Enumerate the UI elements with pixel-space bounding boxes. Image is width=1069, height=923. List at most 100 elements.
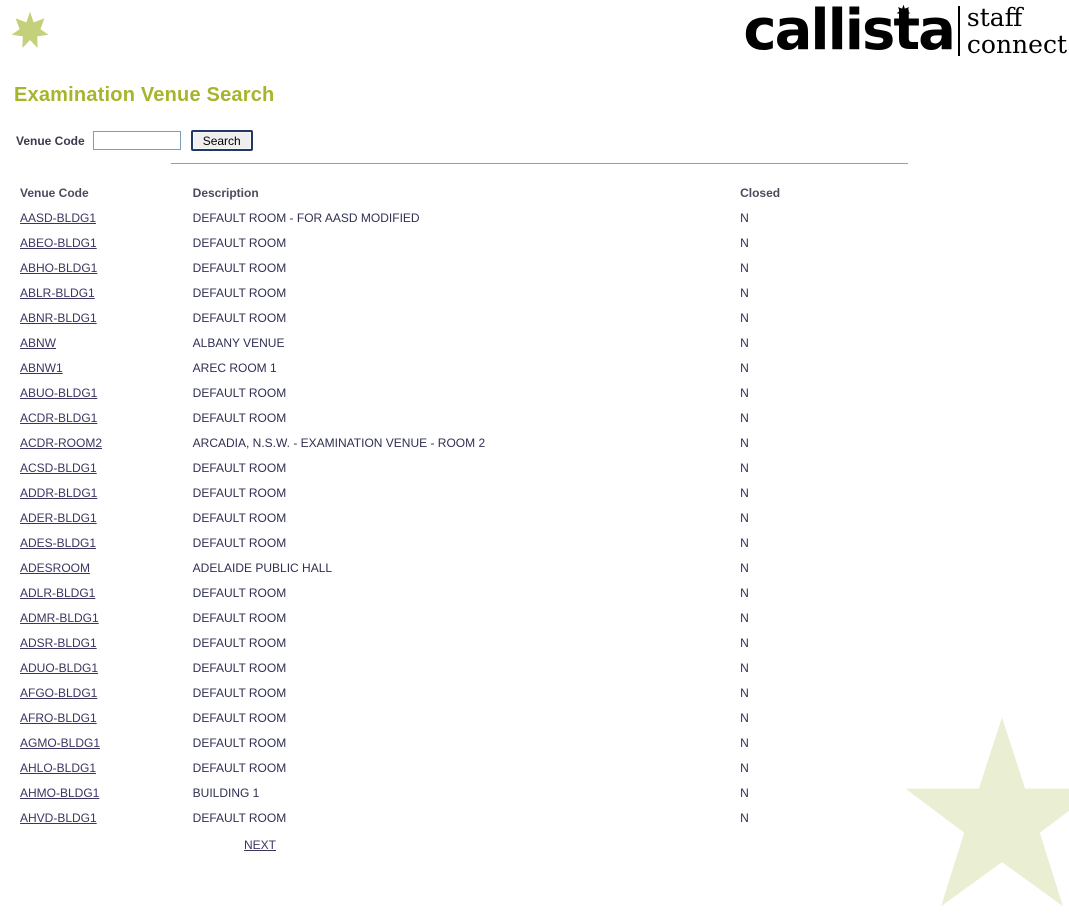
table-row: ABNW1 AREC ROOM 1 N: [0, 356, 940, 381]
cell-closed: N: [740, 536, 749, 550]
table-row: ABUO-BLDG1 DEFAULT ROOM N: [0, 381, 940, 406]
cell-description: DEFAULT ROOM: [192, 386, 287, 400]
table-row: ABNR-BLDG1 DEFAULT ROOM N: [0, 306, 940, 331]
cell-description: DEFAULT ROOM: [192, 286, 287, 300]
cell-description: DEFAULT ROOM: [192, 586, 287, 600]
search-form: Venue Code Search: [16, 130, 253, 151]
venue-code-link[interactable]: ACSD-BLDG1: [20, 461, 97, 475]
venue-code-link[interactable]: ADLR-BLDG1: [20, 586, 95, 600]
venue-code-link[interactable]: ABNW: [20, 336, 56, 350]
cell-closed: N: [740, 461, 749, 475]
venue-code-link[interactable]: AHMO-BLDG1: [20, 786, 99, 800]
logo-wordmark: callista: [743, 0, 955, 63]
cell-venue-code: ACSD-BLDG1: [0, 456, 189, 481]
venue-results-table: Venue Code Description Closed AASD-BLDG1…: [0, 181, 940, 831]
table-row: AHVD-BLDG1 DEFAULT ROOM N: [0, 806, 940, 831]
cell-closed: N: [740, 286, 749, 300]
table-row: AFRO-BLDG1 DEFAULT ROOM N: [0, 706, 940, 731]
cell-description: DEFAULT ROOM - FOR AASD MODIFIED: [192, 211, 420, 225]
cell-description: DEFAULT ROOM: [192, 461, 287, 475]
column-header-venue-code: Venue Code: [20, 186, 89, 200]
table-row: ADES-BLDG1 DEFAULT ROOM N: [0, 531, 940, 556]
cell-closed: N: [740, 811, 749, 825]
venue-code-link[interactable]: AFRO-BLDG1: [20, 711, 97, 725]
cell-venue-code: ADES-BLDG1: [0, 531, 189, 556]
cell-closed: N: [740, 261, 749, 275]
six-point-star-icon: [11, 11, 49, 49]
cell-closed: N: [740, 711, 749, 725]
venue-code-link[interactable]: AASD-BLDG1: [20, 211, 96, 225]
venue-code-link[interactable]: ADMR-BLDG1: [20, 611, 99, 625]
cell-description: DEFAULT ROOM: [192, 536, 287, 550]
cell-closed: N: [740, 786, 749, 800]
venue-code-link[interactable]: ABUO-BLDG1: [20, 386, 97, 400]
cell-description: AREC ROOM 1: [192, 361, 277, 375]
cell-description: DEFAULT ROOM: [192, 261, 287, 275]
cell-closed: N: [740, 336, 749, 350]
venue-code-link[interactable]: ABNR-BLDG1: [20, 311, 97, 325]
cell-closed: N: [740, 386, 749, 400]
cell-venue-code: ABLR-BLDG1: [0, 281, 189, 306]
next-page-link[interactable]: NEXT: [244, 838, 276, 852]
venue-code-link[interactable]: ADDR-BLDG1: [20, 486, 97, 500]
venue-results-body: AASD-BLDG1 DEFAULT ROOM - FOR AASD MODIFI…: [0, 206, 940, 831]
cell-venue-code: ADER-BLDG1: [0, 506, 189, 531]
venue-code-link[interactable]: AFGO-BLDG1: [20, 686, 97, 700]
search-button[interactable]: Search: [190, 130, 253, 151]
table-row: ADMR-BLDG1 DEFAULT ROOM N: [0, 606, 940, 631]
venue-code-link[interactable]: ABEO-BLDG1: [20, 236, 97, 250]
venue-code-link[interactable]: ADER-BLDG1: [20, 511, 97, 525]
venue-code-link[interactable]: ADSR-BLDG1: [20, 636, 97, 650]
venue-code-input[interactable]: [92, 131, 181, 150]
venue-code-link[interactable]: ADESROOM: [20, 561, 90, 575]
cell-venue-code: AHLO-BLDG1: [0, 756, 189, 781]
cell-venue-code: AASD-BLDG1: [0, 206, 189, 231]
cell-closed: N: [740, 411, 749, 425]
venue-code-link[interactable]: ACDR-BLDG1: [20, 411, 97, 425]
venue-code-link[interactable]: AGMO-BLDG1: [20, 736, 100, 750]
cell-closed: N: [740, 211, 749, 225]
venue-code-link[interactable]: AHVD-BLDG1: [20, 811, 97, 825]
pagination: NEXT: [0, 836, 520, 854]
cell-closed: N: [740, 436, 749, 450]
venue-code-link[interactable]: ACDR-ROOM2: [20, 436, 102, 450]
venue-code-link[interactable]: ADUO-BLDG1: [20, 661, 98, 675]
table-row: AFGO-BLDG1 DEFAULT ROOM N: [0, 681, 940, 706]
venue-code-link[interactable]: ABNW1: [20, 361, 63, 375]
cell-closed: N: [740, 611, 749, 625]
column-header-closed: Closed: [740, 186, 781, 200]
cell-description: DEFAULT ROOM: [192, 761, 287, 775]
cell-venue-code: ABEO-BLDG1: [0, 231, 189, 256]
cell-closed: N: [740, 636, 749, 650]
cell-description: DEFAULT ROOM: [192, 486, 287, 500]
cell-venue-code: ACDR-BLDG1: [0, 406, 189, 431]
table-row: ACDR-ROOM2 ARCADIA, N.S.W. - EXAMINATION …: [0, 431, 940, 456]
table-row: AGMO-BLDG1 DEFAULT ROOM N: [0, 731, 940, 756]
cell-description: ALBANY VENUE: [192, 336, 285, 350]
venue-code-link[interactable]: AHLO-BLDG1: [20, 761, 96, 775]
cell-closed: N: [740, 736, 749, 750]
cell-description: ADELAIDE PUBLIC HALL: [192, 561, 333, 575]
cell-description: DEFAULT ROOM: [192, 736, 287, 750]
cell-description: DEFAULT ROOM: [192, 811, 287, 825]
logo-divider: [957, 6, 960, 56]
cell-closed: N: [740, 761, 749, 775]
cell-venue-code: ADLR-BLDG1: [0, 581, 189, 606]
venue-code-link[interactable]: ABHO-BLDG1: [20, 261, 97, 275]
cell-closed: N: [740, 236, 749, 250]
table-row: ADUO-BLDG1 DEFAULT ROOM N: [0, 656, 940, 681]
cell-venue-code: AHMO-BLDG1: [0, 781, 189, 806]
cell-description: DEFAULT ROOM: [192, 661, 287, 675]
table-row: ACSD-BLDG1 DEFAULT ROOM N: [0, 456, 940, 481]
cell-description: DEFAULT ROOM: [192, 411, 287, 425]
table-row: ADLR-BLDG1 DEFAULT ROOM N: [0, 581, 940, 606]
cell-description: DEFAULT ROOM: [192, 311, 287, 325]
table-row: ABHO-BLDG1 DEFAULT ROOM N: [0, 256, 940, 281]
page-title: Examination Venue Search: [14, 84, 275, 106]
cell-venue-code: ABNW1: [0, 356, 189, 381]
venue-code-link[interactable]: ABLR-BLDG1: [20, 286, 95, 300]
venue-code-link[interactable]: ADES-BLDG1: [20, 536, 96, 550]
cell-venue-code: ADMR-BLDG1: [0, 606, 189, 631]
cell-description: DEFAULT ROOM: [192, 686, 287, 700]
table-row: ABLR-BLDG1 DEFAULT ROOM N: [0, 281, 940, 306]
